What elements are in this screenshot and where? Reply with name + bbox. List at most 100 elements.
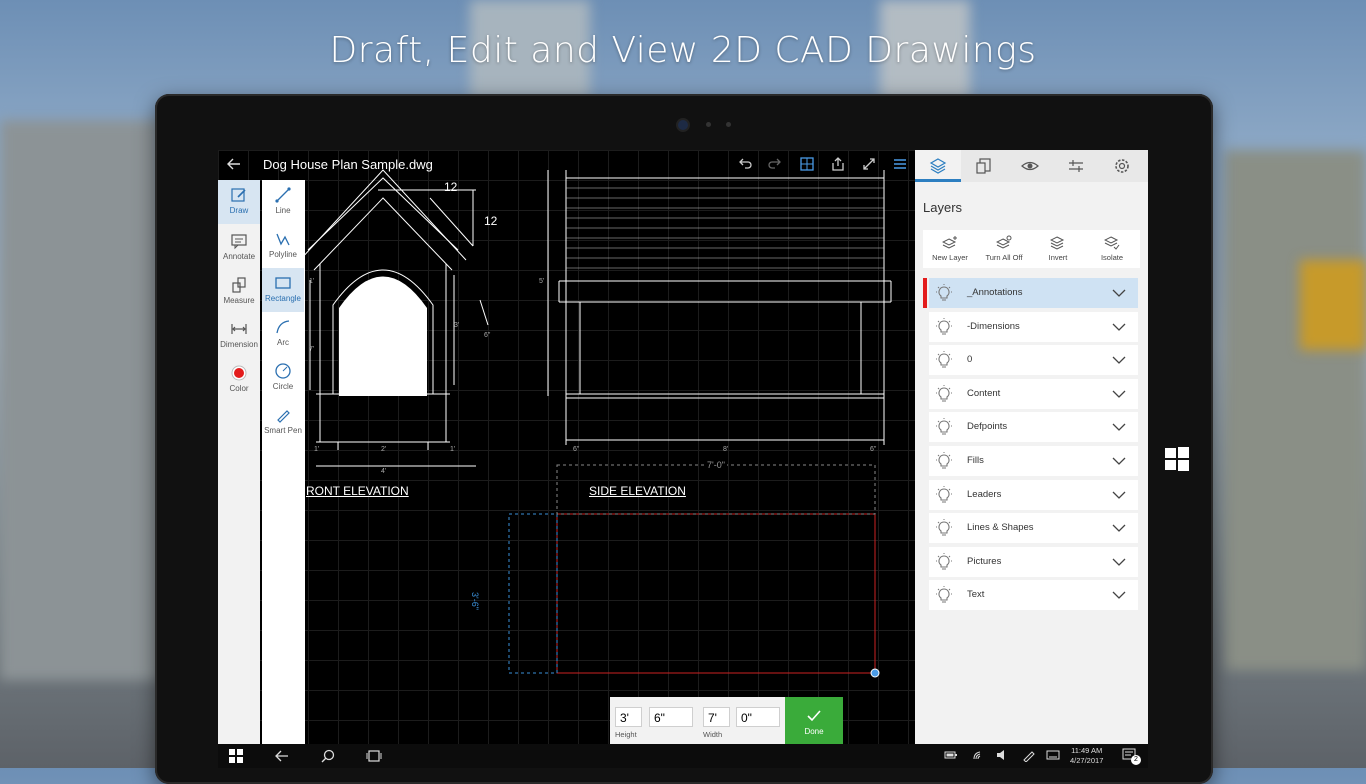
dimension-input-bar: 3' 6" Height 7' 0" Width Done xyxy=(610,697,843,744)
cad-canvas[interactable]: 12 12 RONT ELEVATION SIDE ELEVATION 1' 2… xyxy=(218,150,915,744)
fullscreen-icon[interactable] xyxy=(860,156,878,174)
tool-dimension[interactable]: Dimension xyxy=(218,314,260,358)
tab-blocks[interactable] xyxy=(961,150,1007,182)
tool-line[interactable]: Line xyxy=(262,180,304,224)
lightbulb-icon[interactable] xyxy=(934,451,954,471)
dimension-guide xyxy=(508,513,558,674)
undo-icon[interactable] xyxy=(736,156,754,174)
layers-icon xyxy=(929,158,947,174)
tool-polyline[interactable]: Polyline xyxy=(262,224,304,268)
lightbulb-icon[interactable] xyxy=(934,350,954,370)
top-dim-label: 7'-0" xyxy=(705,460,727,470)
done-button[interactable]: Done xyxy=(785,697,843,744)
lightbulb-icon[interactable] xyxy=(934,384,954,404)
layer-row[interactable]: Fills xyxy=(929,446,1138,476)
tool-draw[interactable]: Draw xyxy=(218,180,260,224)
layer-row[interactable]: Lines & Shapes xyxy=(929,513,1138,544)
background-building-left xyxy=(0,120,160,680)
tool-circle[interactable]: Circle xyxy=(262,356,304,400)
chevron-down-icon[interactable] xyxy=(1112,354,1126,366)
battery-icon[interactable] xyxy=(944,748,958,762)
tab-layers[interactable] xyxy=(915,150,961,182)
redo-icon[interactable] xyxy=(766,156,784,174)
layer-row[interactable]: Defpoints xyxy=(929,412,1138,443)
layer-row[interactable]: 0 xyxy=(929,345,1138,376)
lightbulb-icon[interactable] xyxy=(934,552,954,572)
chevron-down-icon[interactable] xyxy=(1112,522,1126,534)
invert-button[interactable]: Invert xyxy=(1031,230,1085,268)
settings-icon xyxy=(1115,159,1129,173)
start-icon[interactable] xyxy=(228,748,244,764)
layer-name: -Dimensions xyxy=(967,320,1020,332)
drawing-svg xyxy=(299,169,892,678)
tab-properties[interactable] xyxy=(1053,150,1099,182)
tool-color[interactable]: Color xyxy=(218,358,260,402)
chevron-down-icon[interactable] xyxy=(1112,321,1126,333)
search-icon[interactable] xyxy=(320,748,336,764)
share-icon[interactable] xyxy=(829,156,847,174)
volume-icon[interactable] xyxy=(996,748,1010,762)
width-label: Width xyxy=(703,730,723,739)
notification-center-button[interactable]: 2 xyxy=(1122,747,1141,765)
tab-view[interactable] xyxy=(1007,150,1053,182)
layer-row[interactable]: Text xyxy=(929,580,1138,611)
lightbulb-icon[interactable] xyxy=(934,417,954,437)
tool-measure[interactable]: Measure xyxy=(218,270,260,314)
width-inches-field[interactable]: 0" xyxy=(736,707,780,727)
turn-all-off-button[interactable]: Turn All Off xyxy=(977,230,1031,268)
color-dot-icon xyxy=(231,365,247,381)
layer-row[interactable]: Content xyxy=(929,378,1138,409)
line-icon xyxy=(275,187,291,203)
height-inches-field[interactable]: 6" xyxy=(649,707,693,727)
new-layer-icon xyxy=(942,236,957,249)
tool-smart-pen[interactable]: Smart Pen xyxy=(262,400,304,444)
lightbulb-icon[interactable] xyxy=(934,585,954,605)
clock-date: 4/27/2017 xyxy=(1070,756,1104,765)
slope-label-b: 12 xyxy=(484,214,498,228)
tool-arc[interactable]: Arc xyxy=(262,312,304,356)
dimension-icon xyxy=(231,324,247,334)
lightbulb-icon[interactable] xyxy=(934,283,954,303)
isolate-button[interactable]: Isolate xyxy=(1085,230,1139,268)
tab-settings[interactable] xyxy=(1099,150,1145,182)
keyboard-icon[interactable] xyxy=(1046,748,1060,762)
side-dim-2: 8' xyxy=(723,446,729,453)
system-clock[interactable]: 11:49 AM 4/27/2017 xyxy=(1070,746,1103,766)
menu-icon[interactable] xyxy=(891,156,909,174)
sensor-dot xyxy=(726,122,731,127)
task-view-icon[interactable] xyxy=(366,748,382,764)
chevron-down-icon[interactable] xyxy=(1112,455,1126,467)
layer-name: Lines & Shapes xyxy=(967,522,1034,534)
layer-row[interactable]: -Dimensions xyxy=(929,311,1138,342)
chevron-down-icon[interactable] xyxy=(1112,556,1126,568)
layer-row[interactable]: _Annotations xyxy=(929,278,1138,308)
document-title: Dog House Plan Sample.dwg xyxy=(263,157,433,172)
grid-icon[interactable] xyxy=(798,156,816,174)
tool-rectangle[interactable]: Rectangle xyxy=(262,268,304,312)
windows-logo-icon[interactable] xyxy=(1164,446,1190,472)
arc-icon xyxy=(276,320,290,334)
chevron-down-icon[interactable] xyxy=(1112,489,1126,501)
pen-icon[interactable] xyxy=(1022,748,1036,762)
lightbulb-icon[interactable] xyxy=(934,518,954,538)
front-small-dim-1: 3' xyxy=(454,322,460,329)
height-feet-field[interactable]: 3' xyxy=(615,707,642,727)
wifi-icon[interactable] xyxy=(972,748,986,762)
chevron-down-icon[interactable] xyxy=(1112,388,1126,400)
chevron-down-icon[interactable] xyxy=(1112,589,1126,601)
chevron-down-icon[interactable] xyxy=(1112,287,1126,299)
lightbulb-icon[interactable] xyxy=(934,485,954,505)
front-door xyxy=(339,276,427,396)
width-feet-field[interactable]: 7' xyxy=(703,707,730,727)
background-building-right xyxy=(1225,150,1366,670)
lightbulb-icon[interactable] xyxy=(934,317,954,337)
chevron-down-icon[interactable] xyxy=(1112,421,1126,433)
new-layer-button[interactable]: New Layer xyxy=(923,230,977,268)
back-arrow-icon[interactable] xyxy=(226,156,246,174)
front-dim-3: 1' xyxy=(450,446,456,453)
rectangle-grip-handle xyxy=(870,668,880,678)
tool-annotate[interactable]: Annotate xyxy=(218,226,260,270)
layer-row[interactable]: Pictures xyxy=(929,546,1138,577)
taskbar-back-icon[interactable] xyxy=(274,748,290,764)
layer-row[interactable]: Leaders xyxy=(929,479,1138,510)
